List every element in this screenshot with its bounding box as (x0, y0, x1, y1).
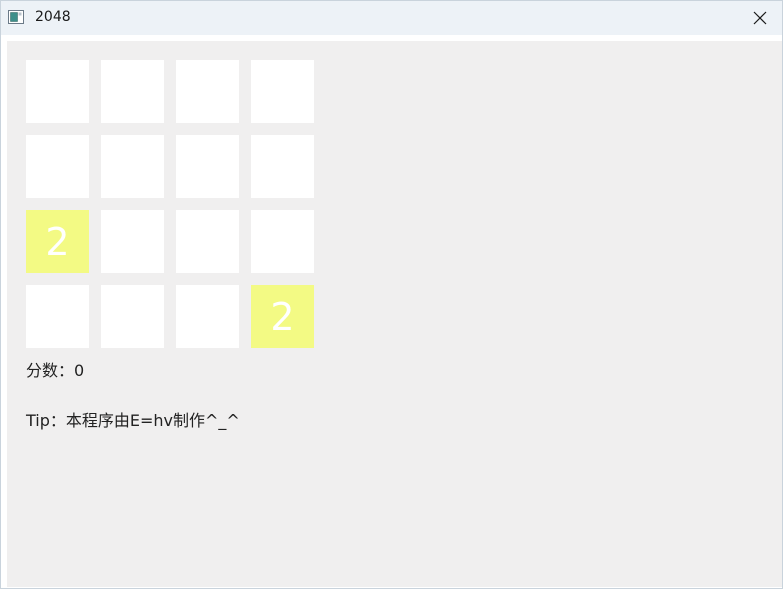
tip-text: Tip：本程序由E=hv制作^_^ (26, 411, 240, 430)
tile-r1-c1 (101, 135, 164, 198)
game-area[interactable]: 2 2 分数：0 Tip：本程序由E=hv制作^_^ (7, 41, 782, 587)
score-display: 分数：0 (26, 357, 84, 381)
app-window-icon (8, 9, 24, 24)
close-button[interactable] (738, 1, 782, 35)
window-title: 2048 (35, 9, 71, 25)
tile-r1-c3 (251, 135, 314, 198)
tile-r0-c1 (101, 60, 164, 123)
tile-r3-c2 (176, 285, 239, 348)
tile-r3-c3: 2 (251, 285, 314, 348)
close-icon (753, 11, 767, 25)
tile-r0-c2 (176, 60, 239, 123)
tile-r0-c3 (251, 60, 314, 123)
tile-r2-c0: 2 (26, 210, 89, 273)
tile-r2-c1 (101, 210, 164, 273)
tile-r1-c2 (176, 135, 239, 198)
tile-r1-c0 (26, 135, 89, 198)
game-board[interactable]: 2 2 (26, 60, 315, 349)
title-bar[interactable]: 2048 (1, 1, 782, 35)
tile-r0-c0 (26, 60, 89, 123)
tile-r3-c0 (26, 285, 89, 348)
tile-r3-c1 (101, 285, 164, 348)
score-value: 0 (74, 361, 85, 380)
score-label: 分数： (26, 361, 75, 380)
tile-r2-c2 (176, 210, 239, 273)
tile-r2-c3 (251, 210, 314, 273)
app-window: 2048 2 2 分数：0 Tip：本程序由E=hv制作^_^ (0, 0, 783, 589)
